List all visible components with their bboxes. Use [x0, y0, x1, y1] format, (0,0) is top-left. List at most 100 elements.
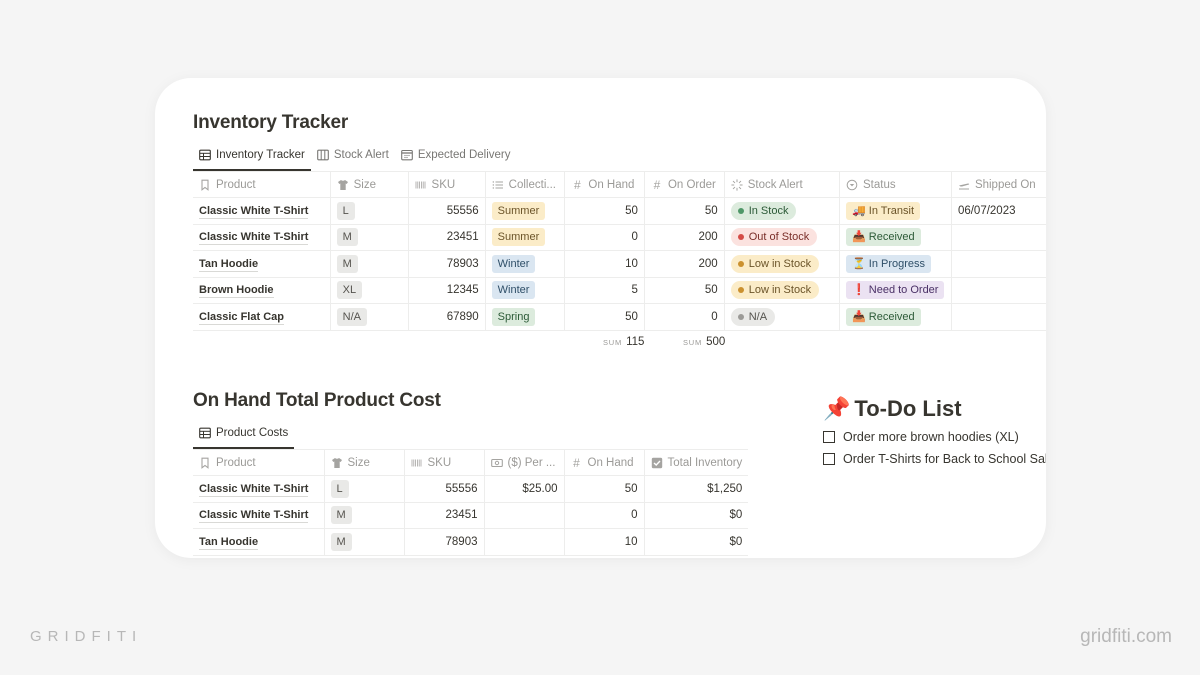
todo-checkbox[interactable] — [823, 453, 835, 465]
cell-collection[interactable]: Winter — [485, 277, 566, 304]
cell-on-hand[interactable]: 10 — [564, 250, 645, 278]
cell-size[interactable]: XL — [330, 277, 409, 304]
cell-sku[interactable]: 12345 — [408, 277, 486, 304]
table-row[interactable]: Classic White T-Shirt L 55556 Summer 50 50 In … — [193, 197, 1046, 225]
cell-on-order[interactable]: 50 — [644, 197, 725, 225]
cell-on-hand[interactable]: 0 — [564, 224, 645, 251]
cell-total-inventory[interactable]: $1,250 — [644, 475, 749, 503]
cell-on-hand[interactable]: 5 — [564, 277, 645, 304]
cell-size[interactable]: L — [330, 197, 409, 225]
cell-size[interactable]: M — [324, 502, 405, 529]
cell-on-hand[interactable]: 50 — [564, 303, 645, 331]
col-header-total-inventory[interactable]: Total Inventory — [644, 449, 749, 476]
cell-product[interactable]: Classic White T-Shirt — [193, 197, 331, 225]
cell-per-unit[interactable] — [484, 502, 565, 529]
col-header-product[interactable]: Product — [193, 171, 331, 198]
cell-size[interactable]: L — [324, 475, 405, 503]
cell-size[interactable]: M — [330, 250, 409, 278]
cell-on-hand[interactable]: 10 — [564, 528, 645, 556]
col-header-on-hand[interactable]: # On Hand — [564, 171, 645, 198]
cell-product[interactable]: Brown Hoodie — [193, 277, 331, 304]
stock-alert-badge: Low in Stock — [730, 281, 820, 300]
cell-on-hand[interactable]: 50 — [564, 475, 645, 503]
cell-stock-alert[interactable]: Out of Stock — [724, 224, 841, 251]
cell-on-order[interactable]: 50 — [644, 277, 725, 304]
col-header-size[interactable]: Size — [324, 449, 405, 476]
cell-collection[interactable]: Winter — [485, 250, 566, 278]
cell-stock-alert[interactable]: In Stock — [724, 197, 841, 225]
size-tag: N/A — [336, 307, 367, 326]
table-row[interactable]: Tan Hoodie M 78903 10 $0 — [193, 528, 749, 556]
cell-product[interactable]: Classic White T-Shirt — [193, 224, 331, 251]
cell-per-unit[interactable]: $25.00 — [484, 475, 565, 503]
cell-product[interactable]: Classic White T-Shirt — [193, 502, 325, 529]
cell-stock-alert[interactable]: Low in Stock — [724, 250, 841, 278]
table-row[interactable]: Classic White T-Shirt M 23451 0 $0 — [193, 502, 749, 529]
cell-collection[interactable]: Summer — [485, 224, 566, 251]
status-dot-icon — [737, 260, 744, 267]
cell-status[interactable]: ⏳ In Progress — [839, 250, 952, 278]
cell-collection[interactable]: Summer — [485, 197, 566, 225]
cell-product[interactable]: Tan Hoodie — [193, 528, 325, 556]
cell-sku[interactable]: 55556 — [404, 475, 485, 503]
size-tag: L — [336, 201, 355, 220]
cell-on-hand[interactable]: 0 — [564, 502, 645, 529]
col-header-on-hand[interactable]: # On Hand — [564, 449, 645, 476]
col-header-shipped-on[interactable]: Shipped On — [951, 171, 1046, 198]
number-icon: # — [573, 455, 580, 470]
cell-total-inventory[interactable]: $0 — [644, 502, 749, 529]
status-emoji-icon: 🚚 — [852, 204, 866, 217]
table-row[interactable]: Classic White T-Shirt L 55556 $25.00 50 $1,25… — [193, 475, 749, 503]
cell-status[interactable]: 📥 Received — [839, 224, 952, 251]
cell-size[interactable]: N/A — [330, 303, 409, 331]
cell-on-order[interactable]: 0 — [644, 303, 725, 331]
cell-sku[interactable]: 23451 — [408, 224, 486, 251]
cell-on-order[interactable]: 200 — [644, 224, 725, 251]
cell-shipped-on[interactable]: 06/07/2023 — [951, 197, 1046, 225]
cell-shipped-on[interactable] — [951, 224, 1046, 251]
col-header-product[interactable]: Product — [193, 449, 325, 476]
cell-per-unit[interactable] — [484, 528, 565, 556]
cell-size[interactable]: M — [330, 224, 409, 251]
tab-product-costs[interactable]: Product Costs — [193, 419, 295, 449]
cell-status[interactable]: 📥 Received — [839, 303, 952, 331]
col-header-stock-alert[interactable]: Stock Alert — [724, 171, 841, 198]
cell-stock-alert[interactable]: Low in Stock — [724, 277, 841, 304]
col-header-on-order[interactable]: # On Order — [644, 171, 725, 198]
size-tag: XL — [336, 281, 363, 300]
col-header-status[interactable]: Status — [839, 171, 952, 198]
brand-logo: GRIDFITI — [30, 628, 143, 645]
cell-status[interactable]: ❗ Need to Order — [839, 277, 952, 304]
cell-collection[interactable]: Spring — [485, 303, 566, 331]
cell-total-inventory[interactable]: $0 — [644, 528, 749, 556]
table-row[interactable]: Classic Flat Cap N/A 67890 Spring 50 0 N/A 📥 Re… — [193, 303, 1046, 331]
cell-product[interactable]: Tan Hoodie — [193, 250, 331, 278]
cell-sku[interactable]: 78903 — [404, 528, 485, 556]
tab-expected-delivery[interactable]: Expected Delivery — [395, 141, 517, 169]
todo-checkbox[interactable] — [823, 431, 835, 443]
table-row[interactable]: Brown Hoodie XL 12345 Winter 5 50 Low in Stock… — [193, 277, 1046, 304]
cell-size[interactable]: M — [324, 528, 405, 556]
cell-product[interactable]: Classic White T-Shirt — [193, 475, 325, 503]
col-header-collection[interactable]: Collecti... — [485, 171, 566, 198]
cell-stock-alert[interactable]: N/A — [724, 303, 841, 331]
table-row[interactable]: Classic White T-Shirt M 23451 Summer 0 200 Out… — [193, 224, 1046, 251]
cell-product[interactable]: Classic Flat Cap — [193, 303, 331, 331]
cell-on-hand[interactable]: 50 — [564, 197, 645, 225]
col-header-sku[interactable]: SKU — [404, 449, 485, 476]
cell-on-order[interactable]: 200 — [644, 250, 725, 278]
cell-status[interactable]: 🚚 In Transit — [839, 197, 952, 225]
cell-sku[interactable]: 67890 — [408, 303, 486, 331]
tab-inventory-tracker[interactable]: Inventory Tracker — [193, 141, 311, 171]
table-row[interactable]: Tan Hoodie M 78903 Winter 10 200 Low in Stock ⏳… — [193, 250, 1046, 278]
cell-shipped-on[interactable] — [951, 250, 1046, 278]
col-header-per-unit[interactable]: ($) Per ... — [484, 449, 565, 476]
cell-sku[interactable]: 23451 — [404, 502, 485, 529]
cell-sku[interactable]: 78903 — [408, 250, 486, 278]
col-header-size[interactable]: Size — [330, 171, 409, 198]
cell-shipped-on[interactable] — [951, 303, 1046, 331]
col-header-sku[interactable]: SKU — [408, 171, 486, 198]
cell-sku[interactable]: 55556 — [408, 197, 486, 225]
tab-stock-alert[interactable]: Stock Alert — [311, 141, 395, 169]
cell-shipped-on[interactable] — [951, 277, 1046, 304]
